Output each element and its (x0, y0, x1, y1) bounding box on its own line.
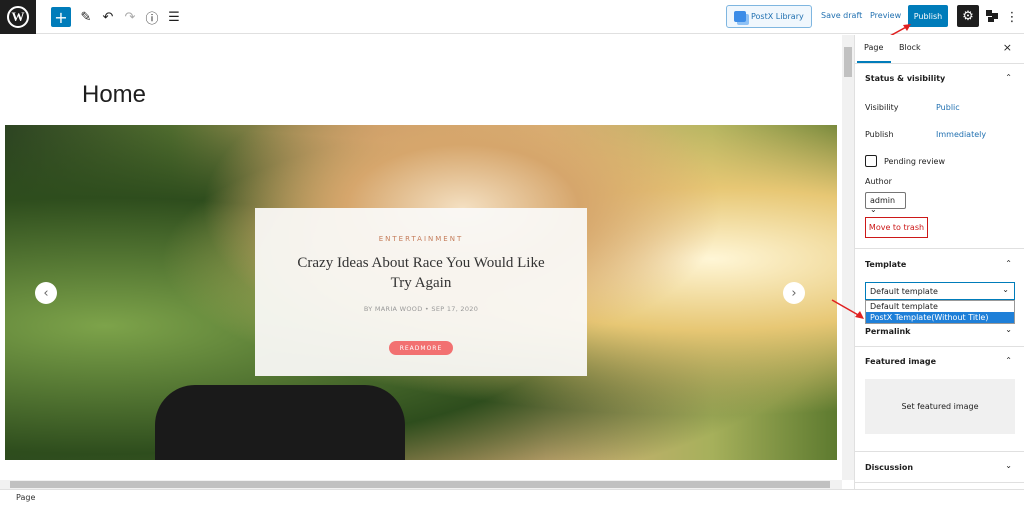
chevron-down-icon: ⌄ (870, 205, 877, 214)
divider (855, 451, 1024, 452)
more-options-icon[interactable]: ⋮ (1006, 7, 1019, 27)
author-select[interactable]: admin ⌄ (865, 192, 906, 214)
chevron-down-icon[interactable]: ⌄ (1005, 325, 1012, 334)
list-view-icon[interactable]: ☰ (166, 7, 182, 27)
close-icon[interactable]: × (1003, 41, 1012, 54)
divider (855, 346, 1024, 347)
page-title[interactable]: Home (82, 81, 146, 109)
chevron-up-icon[interactable]: ⌃ (1005, 356, 1012, 365)
editor-canvas[interactable]: Home ENTERTAINMENT Crazy Ideas About Rac… (0, 35, 842, 480)
featured-image-header[interactable]: Featured image (865, 357, 936, 366)
settings-sidebar: Page Block × Status & visibility ⌃ Visib… (854, 35, 1024, 489)
save-draft-button[interactable]: Save draft (821, 11, 862, 20)
chevron-up-icon[interactable]: ⌃ (1005, 73, 1012, 82)
wordpress-icon: W (7, 6, 29, 28)
template-header[interactable]: Template (865, 260, 906, 269)
divider (855, 248, 1024, 249)
info-icon[interactable]: ⓘ (144, 7, 160, 27)
slide-meta: BY MARIA WOOD • SEP 17, 2020 (363, 305, 479, 313)
scroll-thumb[interactable] (844, 47, 852, 77)
slide-image (155, 385, 405, 460)
divider (855, 63, 1024, 64)
discussion-header[interactable]: Discussion (865, 463, 913, 472)
undo-icon[interactable]: ↶ (100, 7, 116, 27)
template-option[interactable]: Default template (866, 301, 1014, 312)
chevron-down-icon[interactable]: ⌄ (1005, 461, 1012, 470)
prev-arrow-icon[interactable]: ‹ (35, 282, 57, 304)
set-featured-image-button[interactable]: Set featured image (865, 379, 1015, 434)
slide-title[interactable]: Crazy Ideas About Race You Would Like Tr… (291, 253, 551, 293)
template-option-selected[interactable]: PostX Template(Without Title) (866, 312, 1014, 323)
post-slider[interactable]: ENTERTAINMENT Crazy Ideas About Race You… (5, 125, 837, 460)
chevron-up-icon[interactable]: ⌃ (1005, 259, 1012, 268)
wordpress-logo[interactable]: W (0, 0, 36, 34)
redo-icon[interactable]: ↷ (122, 7, 138, 27)
template-value: Default template (870, 287, 938, 296)
slide-card: ENTERTAINMENT Crazy Ideas About Race You… (255, 208, 587, 376)
author-value: admin (870, 196, 896, 205)
divider (855, 482, 1024, 483)
permalink-header[interactable]: Permalink (865, 327, 910, 336)
vertical-scrollbar[interactable] (842, 35, 854, 480)
settings-icon[interactable]: ⚙ (957, 5, 979, 27)
readmore-button[interactable]: READMORE (389, 341, 453, 355)
chevron-down-icon: ⌄ (1002, 285, 1009, 294)
horizontal-scrollbar[interactable] (0, 480, 842, 489)
move-to-trash-button[interactable]: Move to trash (865, 217, 928, 238)
author-label: Author (865, 177, 892, 186)
postx-icon (734, 11, 746, 22)
visibility-value[interactable]: Public (936, 103, 960, 112)
postx-library-label: PostX Library (751, 12, 804, 21)
annotation-arrow (831, 299, 864, 319)
pending-review-label: Pending review (884, 157, 945, 166)
tools-icon[interactable]: ✎ (78, 7, 94, 27)
template-select[interactable]: Default template ⌄ (865, 282, 1015, 300)
preview-button[interactable]: Preview (870, 11, 901, 20)
tab-block[interactable]: Block (899, 43, 921, 52)
blocks-icon[interactable] (984, 6, 1000, 26)
status-visibility-header[interactable]: Status & visibility (865, 74, 945, 83)
tab-page[interactable]: Page (864, 43, 883, 52)
breadcrumb[interactable]: Page (16, 493, 35, 502)
scroll-thumb[interactable] (10, 481, 830, 488)
template-dropdown[interactable]: Default template PostX Template(Without … (865, 300, 1015, 324)
publish-value[interactable]: Immediately (936, 130, 986, 139)
status-bar: Page (0, 489, 1024, 505)
add-block-button[interactable]: + (51, 7, 71, 27)
visibility-label: Visibility (865, 103, 899, 112)
postx-library-button[interactable]: PostX Library (726, 5, 812, 28)
top-toolbar: W + ✎ ↶ ↷ ⓘ ☰ PostX Library Save draft P… (0, 0, 1024, 43)
pending-review-checkbox[interactable] (865, 155, 877, 167)
slide-category[interactable]: ENTERTAINMENT (255, 235, 587, 243)
next-arrow-icon[interactable]: › (783, 282, 805, 304)
publish-label: Publish (865, 130, 894, 139)
